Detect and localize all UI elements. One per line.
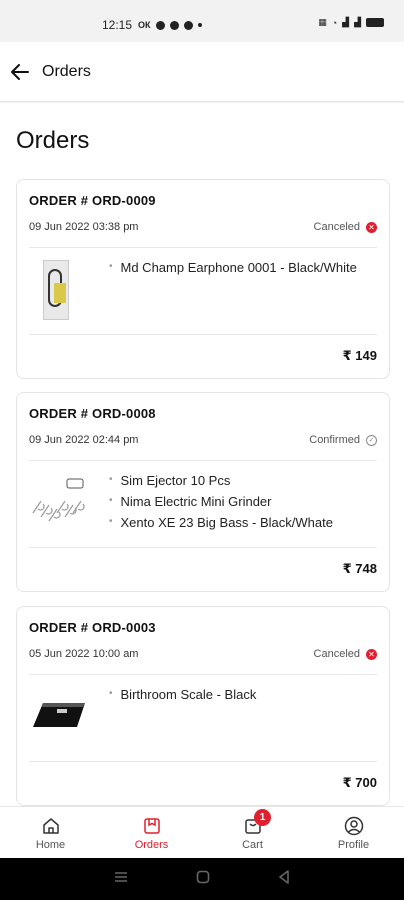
nav-profile[interactable]: Profile — [303, 807, 404, 858]
page-title: Orders — [16, 127, 90, 154]
status-left: 12:15 ОК — [102, 18, 202, 32]
menu-icon[interactable] — [114, 870, 128, 888]
system-nav-bar — [0, 858, 404, 900]
order-card[interactable]: ORDER # ORD-0009 09 Jun 2022 03:38 pm Ca… — [16, 179, 390, 379]
bathroom-scale-image — [33, 703, 85, 727]
arrow-left-icon — [11, 63, 29, 80]
more-notifications-icon — [197, 23, 202, 27]
confirmed-icon: ✓ — [366, 434, 377, 446]
back-button[interactable] — [9, 61, 31, 83]
product-thumbnail — [29, 473, 87, 535]
home-icon — [41, 816, 61, 836]
nav-label: Orders — [134, 839, 169, 851]
notification-icons: ОК — [138, 20, 202, 30]
order-items: Sim Ejector 10 Pcs Nima Electric Mini Gr… — [109, 473, 333, 535]
app-bar-title: Orders — [42, 62, 91, 80]
bottom-nav: Home Orders 1 Cart Profile — [0, 806, 404, 858]
order-number: ORDER # ORD-0003 — [29, 620, 156, 635]
app-notification-icon — [169, 20, 179, 30]
app-notification-icon — [155, 20, 165, 30]
order-date: 09 Jun 2022 02:44 pm — [29, 434, 139, 446]
nav-label: Cart — [242, 839, 263, 851]
status-label: Confirmed — [309, 434, 360, 446]
nav-home[interactable]: Home — [0, 807, 101, 858]
canceled-icon: ✕ — [366, 221, 377, 233]
order-status: Canceled ✕ — [314, 648, 377, 660]
orders-icon — [142, 816, 162, 836]
canceled-icon: ✕ — [366, 648, 377, 660]
order-total: ₹ 700 — [342, 775, 377, 790]
back-triangle-icon[interactable] — [278, 869, 290, 889]
order-total: ₹ 748 — [342, 561, 377, 576]
product-thumbnail — [29, 260, 87, 322]
earphone-image — [43, 260, 69, 320]
nav-label: Home — [35, 839, 66, 851]
list-item: Md Champ Earphone 0001 - Black/White — [109, 260, 357, 275]
status-bar: 12:15 ОК ▦ ◔ ▟ ▟ — [0, 0, 404, 42]
order-card[interactable]: ORDER # ORD-0003 05 Jun 2022 10:00 am Ca… — [16, 606, 390, 806]
order-number: ORDER # ORD-0008 — [29, 406, 156, 421]
order-items: Birthroom Scale - Black — [109, 687, 257, 749]
status-label: Canceled — [313, 648, 360, 660]
nav-orders[interactable]: Orders — [101, 807, 202, 858]
order-status: Confirmed ✓ — [309, 434, 377, 446]
sim-ejector-image — [32, 478, 85, 522]
list-item: Birthroom Scale - Black — [109, 687, 257, 702]
order-total: ₹ 149 — [342, 348, 377, 363]
nav-cart[interactable]: 1 Cart — [202, 807, 303, 858]
status-label: Canceled — [313, 221, 360, 233]
ok-icon: ОК — [138, 20, 151, 30]
order-date: 09 Jun 2022 03:38 pm — [29, 221, 139, 233]
status-right: ▦ ◔ ▟ ▟ — [318, 17, 384, 28]
list-item: Nima Electric Mini Grinder — [109, 494, 333, 509]
profile-icon — [344, 816, 364, 836]
signal-icon-2: ▟ — [354, 17, 361, 27]
orders-content[interactable]: Orders ORDER # ORD-0009 09 Jun 2022 03:3… — [0, 103, 404, 806]
battery-icon — [366, 18, 384, 27]
order-items: Md Champ Earphone 0001 - Black/White — [109, 260, 357, 322]
cart-badge: 1 — [254, 809, 271, 826]
wifi-icon: ◔ — [331, 17, 338, 28]
app-bar: Orders — [0, 42, 404, 102]
list-item: Xento XE 23 Big Bass - Black/Whate — [109, 515, 333, 530]
app-notification-icon — [183, 20, 193, 30]
list-item: Sim Ejector 10 Pcs — [109, 473, 333, 488]
order-card[interactable]: ORDER # ORD-0008 09 Jun 2022 02:44 pm Co… — [16, 392, 390, 592]
nav-label: Profile — [337, 839, 370, 851]
order-number: ORDER # ORD-0009 — [29, 193, 156, 208]
status-time: 12:15 — [102, 18, 133, 32]
network-icon: ▦ — [318, 17, 327, 27]
order-date: 05 Jun 2022 10:00 am — [29, 648, 139, 660]
order-status: Canceled ✕ — [314, 221, 377, 233]
home-circle-icon[interactable] — [196, 870, 210, 889]
product-thumbnail — [29, 687, 87, 749]
signal-icon: ▟ — [342, 17, 350, 27]
